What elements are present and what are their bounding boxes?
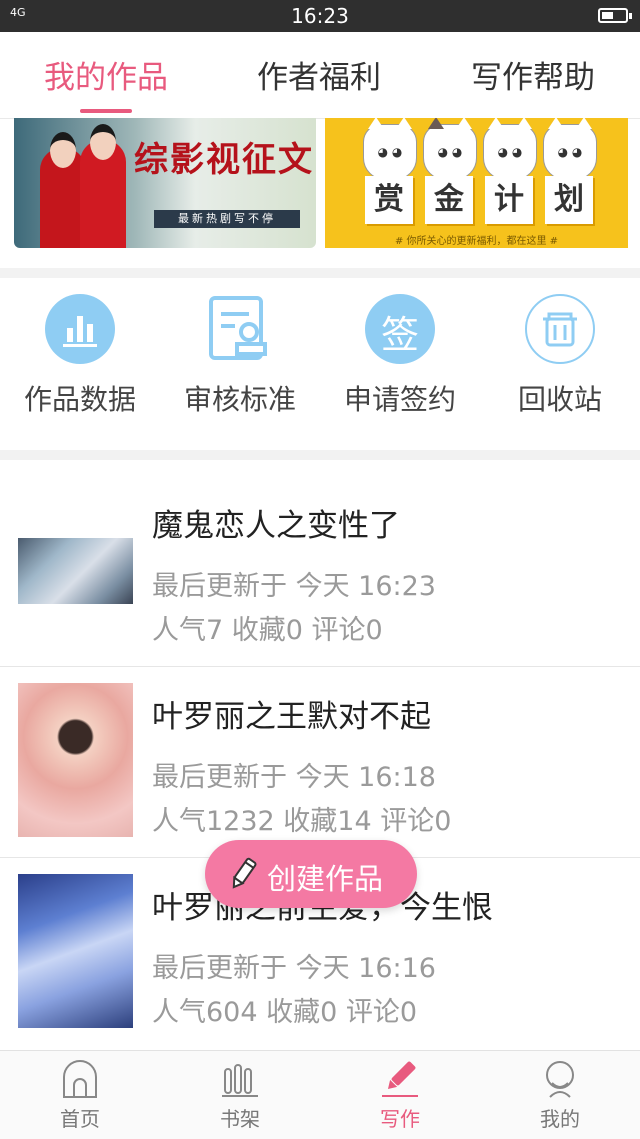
- cat-illustration: ◕ ◕: [423, 118, 477, 180]
- action-works-data[interactable]: 作品数据: [0, 294, 160, 418]
- write-pen-icon: [382, 1061, 418, 1097]
- cat-illustration: ◕ ◕: [483, 118, 537, 180]
- banner-bounty-plan[interactable]: ◕ ◕ ◕ ◕ ◕ ◕ ◕ ◕ 赏 金 计 划 # 你所关心的更新福利，都在这里…: [325, 118, 628, 248]
- battery-icon: [598, 8, 632, 23]
- quick-actions: 作品数据 审核标准 签 申请签约 回收站: [0, 278, 640, 450]
- tab-writing-help[interactable]: 写作帮助: [433, 52, 633, 97]
- work-updated: 最后更新于 今天 16:18: [152, 762, 436, 793]
- action-label: 回收站: [517, 383, 602, 416]
- banner-row: 综影视征文 最新热剧写不停 ◕ ◕ ◕ ◕ ◕ ◕ ◕ ◕ 赏 金 计 划 # …: [0, 118, 640, 268]
- cat-illustration: ◕ ◕: [363, 118, 417, 180]
- status-time: 16:23: [291, 4, 349, 28]
- banner-figure: [80, 124, 126, 248]
- work-stats: 人气7 收藏0 评论0: [152, 615, 383, 646]
- nav-label: 我的: [540, 1107, 580, 1131]
- create-work-button[interactable]: 创建作品: [205, 840, 417, 908]
- bar-chart-icon: [45, 294, 115, 364]
- sign-icon: 签: [365, 294, 435, 364]
- profile-icon: [546, 1061, 574, 1098]
- trash-icon: [525, 294, 595, 364]
- banner-title: 综影视征文: [134, 140, 314, 180]
- banner-tagline: # 你所关心的更新福利，都在这里 #: [394, 236, 559, 247]
- list-item[interactable]: 叶罗丽之王默对不起 最后更新于 今天 16:18 人气1232 收藏14 评论0: [0, 667, 640, 858]
- sign-icon-text: 签: [380, 313, 419, 357]
- tab-my-works[interactable]: 我的作品: [6, 52, 206, 97]
- banner-film-contest[interactable]: 综影视征文 最新热剧写不停: [14, 118, 316, 248]
- nav-bookshelf[interactable]: 书架: [160, 1059, 320, 1132]
- work-updated: 最后更新于 今天 16:23: [152, 571, 436, 602]
- work-cover: [18, 538, 133, 604]
- nav-mine[interactable]: 我的: [480, 1059, 640, 1132]
- cat-illustration: ◕ ◕: [543, 118, 597, 180]
- work-stats: 人气1232 收藏14 评论0: [152, 806, 452, 837]
- section-divider: [0, 268, 640, 278]
- work-title: 叶罗丽之王默对不起: [152, 699, 431, 735]
- top-tabs: 我的作品 作者福利 写作帮助: [0, 32, 640, 119]
- home-icon: [63, 1060, 97, 1098]
- action-recycle-bin[interactable]: 回收站: [480, 294, 640, 418]
- banner-char: 划: [545, 176, 593, 224]
- bottom-nav: 首页 书架 写作 我的: [0, 1050, 640, 1139]
- list-item[interactable]: 魔鬼恋人之变性了 最后更新于 今天 16:23 人气7 收藏0 评论0: [0, 476, 640, 667]
- nav-label: 写作: [380, 1107, 420, 1131]
- nav-label: 首页: [60, 1107, 100, 1131]
- banner-char: 金: [425, 176, 473, 224]
- action-label: 审核标准: [183, 383, 296, 416]
- work-title: 魔鬼恋人之变性了: [152, 508, 400, 544]
- banner-char: 计: [485, 176, 533, 224]
- work-cover: [18, 874, 133, 1028]
- work-updated: 最后更新于 今天 16:16: [152, 953, 436, 984]
- pencil-icon: [232, 857, 257, 889]
- nav-home[interactable]: 首页: [0, 1059, 160, 1132]
- nav-write[interactable]: 写作: [320, 1059, 480, 1132]
- create-work-label: 创建作品: [267, 862, 384, 896]
- bookshelf-icon: [222, 1064, 258, 1097]
- work-stats: 人气604 收藏0 评论0: [152, 997, 418, 1028]
- review-doc-icon: [205, 294, 275, 364]
- action-label: 作品数据: [23, 383, 136, 416]
- nav-label: 书架: [220, 1107, 260, 1131]
- section-divider: [0, 450, 640, 460]
- active-tab-indicator: [80, 109, 132, 113]
- action-apply-contract[interactable]: 签 申请签约: [320, 294, 480, 418]
- work-cover: [18, 683, 133, 837]
- tab-author-benefits[interactable]: 作者福利: [219, 52, 419, 97]
- status-bar: 4G 16:23: [0, 0, 640, 32]
- banner-subtitle: 最新热剧写不停: [154, 210, 300, 228]
- banner-char: 赏: [365, 176, 413, 224]
- action-label: 申请签约: [343, 383, 456, 416]
- action-review-standard[interactable]: 审核标准: [160, 294, 320, 418]
